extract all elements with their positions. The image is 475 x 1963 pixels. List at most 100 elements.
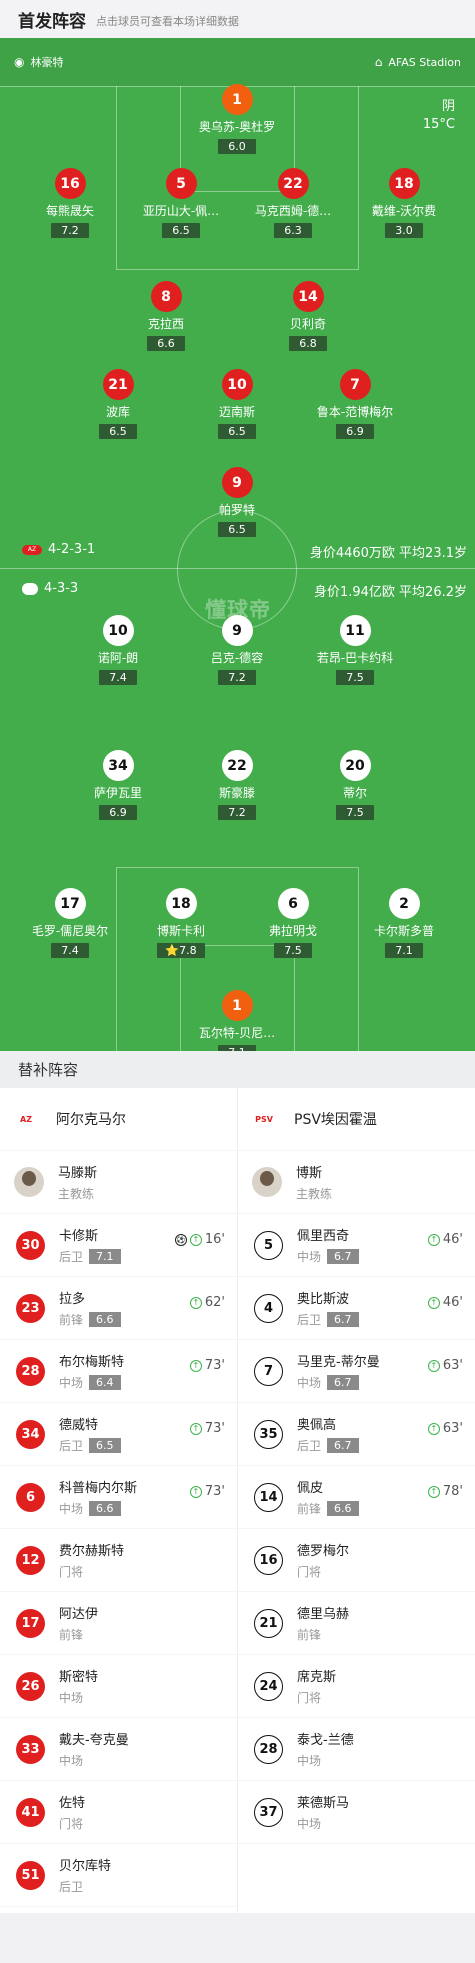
home-player[interactable]: 14 贝利奇 6.8 <box>243 281 373 351</box>
stadium-name: AFAS Stadion <box>388 55 461 69</box>
home-player[interactable]: 8 克拉西 6.6 <box>101 281 231 351</box>
bench-jersey-number: 24 <box>254 1671 283 1701</box>
bench-player-row[interactable]: 28 泰戈-兰德 中场 <box>238 1718 475 1781</box>
home-player[interactable]: 1 奥乌苏-奥杜罗 6.0 <box>172 84 302 154</box>
bench-player-position: 后卫 <box>297 1439 322 1453</box>
home-player[interactable]: 21 波库 6.5 <box>53 369 183 439</box>
bench-player-position: 中场 <box>59 1376 84 1390</box>
bench-jersey-number: 37 <box>254 1797 283 1827</box>
away-player[interactable]: 18 博斯卡利 ⭐7.8 <box>116 888 246 958</box>
bench-player-row[interactable]: 37 莱德斯马 中场 <box>238 1781 475 1844</box>
sub-in-event: ↑ 46' <box>427 1232 463 1247</box>
bench-player-row[interactable]: 21 德里乌赫 前锋 <box>238 1592 475 1655</box>
bench-player-row[interactable]: 23 拉多 前锋 6.6 ↑ 62' <box>0 1277 237 1340</box>
jersey-number: 10 <box>102 615 134 646</box>
home-player[interactable]: 7 鲁本-范博梅尔 6.9 <box>290 369 420 439</box>
bench-player-name: 戴夫-夸克曼 <box>59 1733 129 1748</box>
away-player[interactable]: 22 斯豪滕 7.2 <box>172 750 302 820</box>
jersey-number: 7 <box>339 369 371 400</box>
bench-player-row[interactable]: 28 布尔梅斯特 中场 6.4 ↑ 73' <box>0 1340 237 1403</box>
sub-in-icon: ↑ <box>427 1485 440 1498</box>
player-rating-value: 7.2 <box>61 224 79 237</box>
bench-jersey-number: 30 <box>16 1230 45 1260</box>
bench-player-row[interactable]: 16 德罗梅尔 门将 <box>238 1529 475 1592</box>
player-rating: 6.5 <box>218 522 256 537</box>
away-player[interactable]: 20 蒂尔 7.5 <box>290 750 420 820</box>
bench-player-row[interactable]: 33 戴夫-夸克曼 中场 <box>0 1718 237 1781</box>
bench-player-position: 前锋 <box>59 1313 84 1327</box>
away-player[interactable]: 11 若昂-巴卡约科 7.5 <box>290 615 420 685</box>
bench-player-row[interactable]: 35 奥佩高 后卫 6.7 ↑ 63' <box>238 1403 475 1466</box>
player-name: 波库 <box>105 405 130 419</box>
jersey-number: 34 <box>102 750 134 781</box>
bench-player-rating: 6.7 <box>327 1375 359 1390</box>
player-rating: 6.8 <box>289 336 327 351</box>
referee-name: 林豪特 <box>30 56 64 69</box>
bench-player-rating: 6.6 <box>327 1501 359 1516</box>
bench-player-row[interactable]: 6 科普梅内尔斯 中场 6.6 ↑ 73' <box>0 1466 237 1529</box>
star-icon: ⭐ <box>165 944 180 957</box>
bench-player-position: 后卫 <box>297 1313 322 1327</box>
player-name: 萨伊瓦里 <box>93 786 142 800</box>
bench-jersey-number: 23 <box>16 1293 45 1323</box>
away-player[interactable]: 2 卡尔斯多普 7.1 <box>339 888 469 958</box>
jersey-number: 18 <box>165 888 197 919</box>
player-name: 斯豪滕 <box>218 786 255 800</box>
bench-player-row[interactable]: 41 佐特 门将 <box>0 1781 237 1844</box>
bench-player-row[interactable]: 5 佩里西奇 中场 6.7 ↑ 46' <box>238 1214 475 1277</box>
bench-jersey-number: 41 <box>16 1797 45 1827</box>
coach-row[interactable]: 博斯 主教练 <box>238 1151 475 1214</box>
jersey-number: 18 <box>388 168 420 199</box>
bench-player-row[interactable]: 26 斯密特 中场 <box>0 1655 237 1718</box>
player-rating-value: 6.0 <box>228 140 246 153</box>
player-rating: 6.9 <box>336 424 374 439</box>
away-player[interactable]: 10 诺阿-朗 7.4 <box>53 615 183 685</box>
home-player[interactable]: 10 迈南斯 6.5 <box>172 369 302 439</box>
bench-player-position: 中场 <box>59 1754 84 1768</box>
bench-player-row[interactable]: 24 席克斯 门将 <box>238 1655 475 1718</box>
bench-player-position: 中场 <box>59 1502 84 1516</box>
referee-info: ◉ 林豪特 <box>14 54 63 70</box>
bench-player-position: 门将 <box>59 1565 84 1579</box>
bench-player-name: 佩皮 <box>297 1481 324 1496</box>
bench-player-position: 门将 <box>297 1565 322 1579</box>
bench-player-name: 奥佩高 <box>297 1418 337 1433</box>
bench-player-row[interactable]: 14 佩皮 前锋 6.6 ↑ 78' <box>238 1466 475 1529</box>
bench-player-position: 后卫 <box>59 1880 84 1894</box>
coach-name: 马滕斯 <box>58 1166 98 1181</box>
bench-player-name: 阿达伊 <box>59 1607 99 1622</box>
bench-player-row[interactable]: 12 费尔赫斯特 门将 <box>0 1529 237 1592</box>
bench-jersey-number: 6 <box>16 1482 45 1512</box>
home-player[interactable]: 5 亚历山大-佩… 6.5 <box>116 168 246 238</box>
player-name: 戴维-沃尔费 <box>371 204 437 218</box>
away-player[interactable]: 9 吕克-德容 7.2 <box>172 615 302 685</box>
player-rating: 7.5 <box>274 943 312 958</box>
player-rating-value: 7.2 <box>228 671 246 684</box>
away-player[interactable]: 1瓦尔特-贝尼…7.1 <box>172 990 302 1051</box>
bench-player-row[interactable]: 30 卡修斯 后卫 7.1 ⚽ ↑ 16' <box>0 1214 237 1277</box>
away-player[interactable]: 34 萨伊瓦里 6.9 <box>53 750 183 820</box>
coach-row[interactable]: 马滕斯 主教练 <box>0 1151 237 1214</box>
bench-player-position: 前锋 <box>59 1628 84 1642</box>
sub-in-icon: ↑ <box>427 1359 440 1372</box>
bench-player-rating: 6.7 <box>327 1438 359 1453</box>
bench-player-row[interactable]: 51 贝尔库特 后卫 <box>0 1844 237 1907</box>
whistle-icon: ◉ <box>14 55 25 69</box>
bench-player-row[interactable]: 34 德威特 后卫 6.5 ↑ 73' <box>0 1403 237 1466</box>
weather-condition: 阴 <box>441 99 455 114</box>
bench-player-row[interactable]: 7 马里克-蒂尔曼 中场 6.7 ↑ 63' <box>238 1340 475 1403</box>
player-rating: 3.0 <box>385 223 423 238</box>
home-player[interactable]: 18 戴维-沃尔费 3.0 <box>339 168 469 238</box>
sub-in-icon: ↑ <box>189 1233 202 1246</box>
bench-player-row[interactable]: 4 奥比斯波 后卫 6.7 ↑ 46' <box>238 1277 475 1340</box>
bench-player-row[interactable]: 17 阿达伊 前锋 <box>0 1592 237 1655</box>
bench-player-name: 泰戈-兰德 <box>297 1733 354 1748</box>
home-player[interactable]: 9 帕罗特 6.5 <box>172 467 302 537</box>
jersey-number: 11 <box>339 615 371 646</box>
sub-in-event: ↑ 78' <box>427 1484 463 1499</box>
bench-player-name: 佐特 <box>59 1796 86 1811</box>
team-name: PSV埃因霍温 <box>294 1112 377 1128</box>
bench-list: AZ 阿尔克马尔 马滕斯 主教练 30 卡修斯 后卫 7.1 ⚽ ↑ 16' 2… <box>0 1088 475 1913</box>
coach-name: 博斯 <box>296 1166 323 1181</box>
player-rating: 7.5 <box>336 670 374 685</box>
